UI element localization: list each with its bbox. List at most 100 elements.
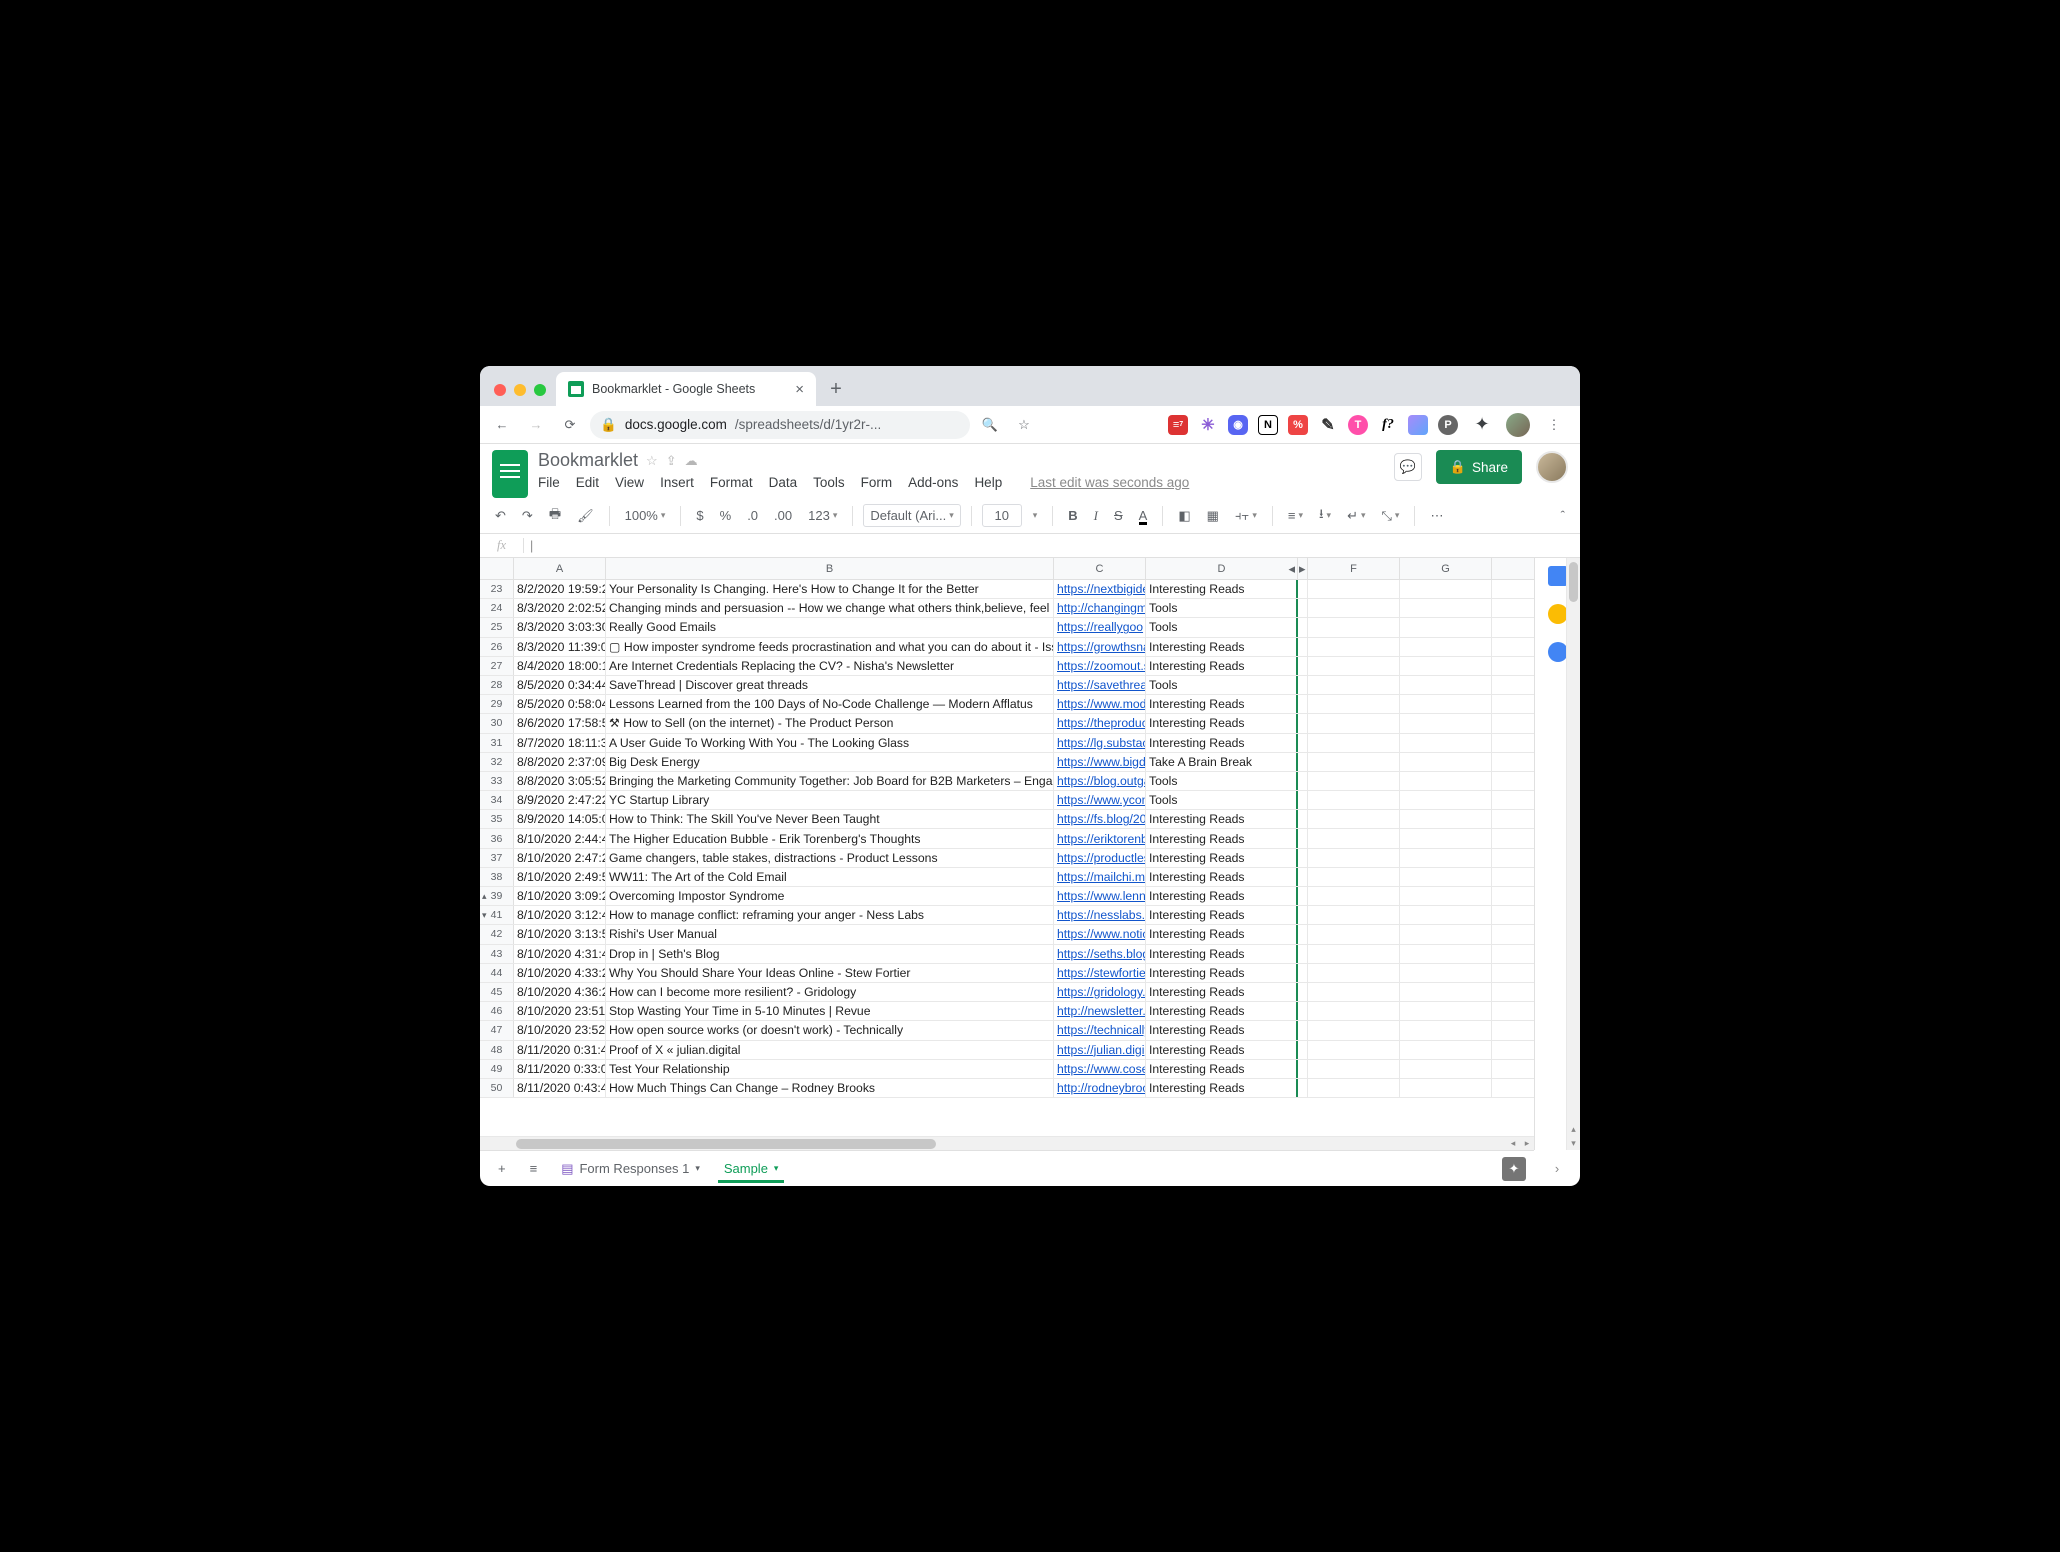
row-header[interactable]: 24 xyxy=(480,599,514,617)
cloud-status-icon[interactable]: ☁ xyxy=(685,453,698,469)
cell[interactable]: Lessons Learned from the 100 Days of No-… xyxy=(606,695,1054,713)
cell[interactable] xyxy=(1298,1002,1308,1020)
menu-form[interactable]: Form xyxy=(861,475,893,490)
cell[interactable]: SaveThread | Discover great threads xyxy=(606,676,1054,694)
cell[interactable]: Interesting Reads xyxy=(1146,906,1298,924)
col-header-C[interactable]: C xyxy=(1054,558,1146,579)
cell[interactable]: Interesting Reads xyxy=(1146,983,1298,1001)
cell[interactable]: The Higher Education Bubble - Erik Toren… xyxy=(606,829,1054,847)
cell[interactable] xyxy=(1400,1060,1492,1078)
cell[interactable]: 8/6/2020 17:58:5 xyxy=(514,714,606,732)
cell[interactable]: 8/10/2020 23:52 xyxy=(514,1021,606,1039)
cell[interactable] xyxy=(1298,638,1308,656)
cell[interactable]: http://changingm xyxy=(1054,599,1146,617)
cell[interactable]: https://fs.blog/20 xyxy=(1054,810,1146,828)
extension-icon[interactable]: % xyxy=(1288,415,1308,435)
cell[interactable] xyxy=(1400,810,1492,828)
cell[interactable] xyxy=(1308,1041,1400,1059)
row-header[interactable]: 45 xyxy=(480,983,514,1001)
cell[interactable] xyxy=(1308,791,1400,809)
extension-icon[interactable]: P xyxy=(1438,415,1458,435)
cell[interactable] xyxy=(1308,734,1400,752)
cell[interactable]: https://www.mod xyxy=(1054,695,1146,713)
cell[interactable] xyxy=(1308,772,1400,790)
cell[interactable] xyxy=(1400,1079,1492,1097)
cell[interactable] xyxy=(1298,810,1308,828)
paint-format-button[interactable]: 🖌 xyxy=(572,505,599,527)
add-sheet-button[interactable]: + xyxy=(488,1155,516,1182)
cell[interactable] xyxy=(1298,695,1308,713)
cell[interactable] xyxy=(1400,964,1492,982)
cell[interactable]: Rishi's User Manual xyxy=(606,925,1054,943)
cell[interactable] xyxy=(1298,1079,1308,1097)
search-icon[interactable]: 🔍 xyxy=(976,411,1004,439)
cell[interactable]: How to Think: The Skill You've Never Bee… xyxy=(606,810,1054,828)
cell[interactable]: Really Good Emails xyxy=(606,618,1054,636)
cell[interactable] xyxy=(1308,983,1400,1001)
cell[interactable]: 8/10/2020 2:49:5 xyxy=(514,868,606,886)
menu-format[interactable]: Format xyxy=(710,475,753,490)
text-color-button[interactable]: A xyxy=(1134,505,1153,526)
cell[interactable] xyxy=(1400,925,1492,943)
format-currency-button[interactable]: $ xyxy=(691,505,708,526)
cell[interactable]: 8/3/2020 3:03:30 xyxy=(514,618,606,636)
print-button[interactable]: 🖶 xyxy=(544,502,566,530)
browser-tab[interactable]: Bookmarklet - Google Sheets × xyxy=(556,372,816,406)
cell[interactable]: YC Startup Library xyxy=(606,791,1054,809)
comments-button[interactable]: 💬 xyxy=(1394,453,1422,481)
increase-decimal-button[interactable]: .00 xyxy=(769,505,797,526)
forward-button[interactable]: → xyxy=(522,411,550,439)
cell[interactable]: Interesting Reads xyxy=(1146,1021,1298,1039)
explore-button[interactable]: ✦ xyxy=(1502,1157,1526,1181)
col-header-B[interactable]: B xyxy=(606,558,1054,579)
cell[interactable]: 8/10/2020 2:47:2 xyxy=(514,849,606,867)
cell[interactable] xyxy=(1298,772,1308,790)
cell[interactable]: Are Internet Credentials Replacing the C… xyxy=(606,657,1054,675)
calendar-icon[interactable] xyxy=(1548,566,1568,586)
cell[interactable]: Interesting Reads xyxy=(1146,964,1298,982)
cell[interactable] xyxy=(1308,618,1400,636)
cell[interactable]: 8/3/2020 11:39:0 xyxy=(514,638,606,656)
row-header[interactable]: 27 xyxy=(480,657,514,675)
extension-icon[interactable]: ≡7 xyxy=(1168,415,1188,435)
cell[interactable] xyxy=(1400,983,1492,1001)
cell[interactable]: Interesting Reads xyxy=(1146,1002,1298,1020)
merge-button[interactable]: ⫞⫟▾ xyxy=(1230,505,1262,527)
cell[interactable] xyxy=(1298,1060,1308,1078)
cell[interactable]: https://zoomout.s xyxy=(1054,657,1146,675)
keep-icon[interactable] xyxy=(1548,604,1568,624)
cell[interactable]: https://growthsna xyxy=(1054,638,1146,656)
close-window-icon[interactable] xyxy=(494,384,506,396)
strikethrough-button[interactable]: S xyxy=(1109,505,1128,526)
halign-button[interactable]: ≡▾ xyxy=(1283,505,1308,526)
rotate-button[interactable]: ⤡▾ xyxy=(1377,505,1405,527)
cell[interactable] xyxy=(1308,906,1400,924)
cell[interactable] xyxy=(1400,695,1492,713)
row-header[interactable]: 23 xyxy=(480,580,514,598)
cell[interactable]: WW11: The Art of the Cold Email xyxy=(606,868,1054,886)
cell[interactable] xyxy=(1400,638,1492,656)
cell[interactable]: Interesting Reads xyxy=(1146,829,1298,847)
cell[interactable] xyxy=(1400,580,1492,598)
cell[interactable]: 8/10/2020 23:51 xyxy=(514,1002,606,1020)
cell[interactable]: 8/10/2020 2:44:4 xyxy=(514,829,606,847)
cell[interactable]: https://www.notio xyxy=(1054,925,1146,943)
cell[interactable] xyxy=(1400,676,1492,694)
cell[interactable]: 8/8/2020 3:05:52 xyxy=(514,772,606,790)
cell[interactable]: Changing minds and persuasion -- How we … xyxy=(606,599,1054,617)
cell[interactable] xyxy=(1308,676,1400,694)
cell[interactable] xyxy=(1400,849,1492,867)
cell[interactable] xyxy=(1400,868,1492,886)
cell[interactable]: https://productles xyxy=(1054,849,1146,867)
formula-input[interactable]: | xyxy=(524,539,533,553)
fill-color-button[interactable]: ◧ xyxy=(1173,505,1195,527)
wrap-button[interactable]: ↵▾ xyxy=(1342,505,1370,527)
more-formats-button[interactable]: 123▾ xyxy=(803,505,842,526)
row-header[interactable]: 29 xyxy=(480,695,514,713)
cell[interactable] xyxy=(1400,1021,1492,1039)
menu-add-ons[interactable]: Add-ons xyxy=(908,475,958,490)
cell[interactable] xyxy=(1308,714,1400,732)
italic-button[interactable]: I xyxy=(1089,505,1103,527)
row-header[interactable]: ▾41 xyxy=(480,906,514,924)
doc-title[interactable]: Bookmarklet xyxy=(538,450,638,471)
